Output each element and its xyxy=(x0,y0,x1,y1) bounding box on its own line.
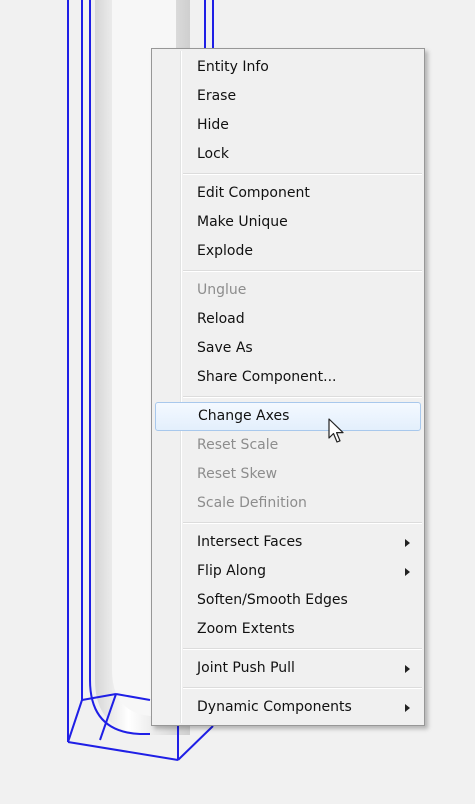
menu-item-label: Explode xyxy=(197,243,253,259)
menu-item-label: Intersect Faces xyxy=(197,534,303,550)
model-viewport[interactable]: Entity Info Erase Hide Lock Edit Component Ma… xyxy=(0,0,475,804)
menu-item-label: Soften/Smooth Edges xyxy=(197,592,348,608)
menu-item-label: Flip Along xyxy=(197,563,266,579)
menu-item-label: Edit Component xyxy=(197,185,310,201)
menu-item-label: Lock xyxy=(197,146,229,162)
menu-separator xyxy=(152,683,424,693)
menu-item-flip-along[interactable]: Flip Along xyxy=(152,557,424,586)
menu-item-share-component[interactable]: Share Component... xyxy=(152,363,424,392)
menu-item-label: Dynamic Components xyxy=(197,699,352,715)
menu-item-reset-skew[interactable]: Reset Skew xyxy=(152,460,424,489)
menu-item-label: Change Axes xyxy=(198,408,290,424)
menu-item-label: Scale Definition xyxy=(197,495,307,511)
menu-separator xyxy=(152,266,424,276)
menu-item-label: Reload xyxy=(197,311,245,327)
edge-bottom xyxy=(67,741,179,761)
menu-item-label: Save As xyxy=(197,340,253,356)
menu-item-unglue[interactable]: Unglue xyxy=(152,276,424,305)
submenu-arrow-icon xyxy=(405,704,410,712)
menu-item-save-as[interactable]: Save As xyxy=(152,334,424,363)
menu-separator xyxy=(152,169,424,179)
menu-separator xyxy=(152,644,424,654)
menu-item-label: Make Unique xyxy=(197,214,288,230)
menu-item-label: Reset Skew xyxy=(197,466,278,482)
context-menu: Entity Info Erase Hide Lock Edit Component Ma… xyxy=(151,48,425,726)
menu-item-lock[interactable]: Lock xyxy=(152,140,424,169)
menu-item-reset-scale[interactable]: Reset Scale xyxy=(152,431,424,460)
menu-item-edit-component[interactable]: Edit Component xyxy=(152,179,424,208)
menu-item-label: Erase xyxy=(197,88,237,104)
menu-item-scale-definition[interactable]: Scale Definition xyxy=(152,489,424,518)
menu-item-joint-push-pull[interactable]: Joint Push Pull xyxy=(152,654,424,683)
menu-item-label: Entity Info xyxy=(197,59,269,75)
menu-item-reload[interactable]: Reload xyxy=(152,305,424,334)
menu-item-label: Unglue xyxy=(197,282,247,298)
menu-item-change-axes[interactable]: Change Axes xyxy=(155,402,421,431)
submenu-arrow-icon xyxy=(405,539,410,547)
menu-item-label: Hide xyxy=(197,117,229,133)
menu-item-erase[interactable]: Erase xyxy=(152,82,424,111)
menu-item-soften-smooth-edges[interactable]: Soften/Smooth Edges xyxy=(152,586,424,615)
menu-item-dynamic-components[interactable]: Dynamic Components xyxy=(152,693,424,722)
menu-item-intersect-faces[interactable]: Intersect Faces xyxy=(152,528,424,557)
mouse-pointer-icon xyxy=(328,418,344,443)
menu-item-explode[interactable]: Explode xyxy=(152,237,424,266)
menu-item-label: Reset Scale xyxy=(197,437,279,453)
edge-diag-left xyxy=(67,699,83,743)
menu-item-label: Share Component... xyxy=(197,369,337,385)
menu-item-zoom-extents[interactable]: Zoom Extents xyxy=(152,615,424,644)
menu-separator xyxy=(152,392,424,402)
submenu-arrow-icon xyxy=(405,568,410,576)
menu-item-hide[interactable]: Hide xyxy=(152,111,424,140)
menu-separator xyxy=(152,518,424,528)
menu-item-make-unique[interactable]: Make Unique xyxy=(152,208,424,237)
menu-item-label: Joint Push Pull xyxy=(197,660,295,676)
menu-item-entity-info[interactable]: Entity Info xyxy=(152,53,424,82)
menu-item-label: Zoom Extents xyxy=(197,621,295,637)
submenu-arrow-icon xyxy=(405,665,410,673)
